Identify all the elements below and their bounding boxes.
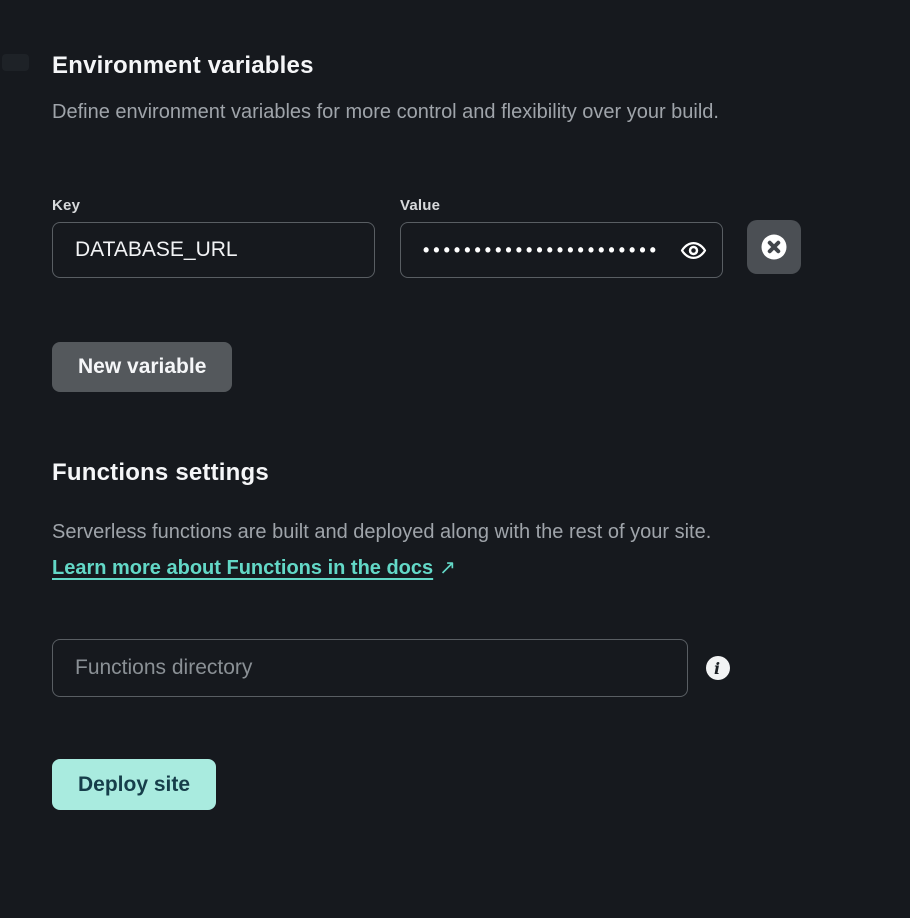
- environment-variables-heading: Environment variables: [52, 52, 858, 79]
- environment-variables-description: Define environment variables for more co…: [52, 99, 858, 125]
- env-variable-row: Key Value •••••••••••••••••••••••: [52, 197, 858, 278]
- masked-value-text: •••••••••••••••••••••••: [423, 222, 674, 278]
- eye-icon: [680, 237, 707, 264]
- info-icon[interactable]: i: [706, 656, 730, 680]
- new-variable-button[interactable]: New variable: [52, 342, 232, 392]
- functions-directory-input[interactable]: [52, 639, 688, 697]
- functions-settings-heading: Functions settings: [52, 459, 858, 486]
- value-field-group: Value •••••••••••••••••••••••: [400, 197, 723, 278]
- key-field-group: Key: [52, 197, 375, 278]
- settings-panel: Environment variables Define environment…: [0, 52, 910, 810]
- value-label: Value: [400, 197, 723, 214]
- functions-directory-row: i: [52, 639, 858, 697]
- x-circle-icon: [759, 232, 789, 262]
- external-link-arrow-icon: ↗: [439, 556, 456, 581]
- value-input[interactable]: •••••••••••••••••••••••: [400, 222, 723, 278]
- key-input[interactable]: [52, 222, 375, 278]
- key-label: Key: [52, 197, 375, 214]
- functions-docs-link[interactable]: Learn more about Functions in the docs: [52, 557, 433, 579]
- reveal-value-button[interactable]: [678, 235, 708, 265]
- remove-variable-button[interactable]: [747, 220, 801, 274]
- corner-artifact: [2, 54, 29, 71]
- functions-settings-description: Serverless functions are built and deplo…: [52, 519, 858, 546]
- functions-docs-line: Learn more about Functions in the docs ↗: [52, 556, 858, 581]
- deploy-site-button[interactable]: Deploy site: [52, 759, 216, 810]
